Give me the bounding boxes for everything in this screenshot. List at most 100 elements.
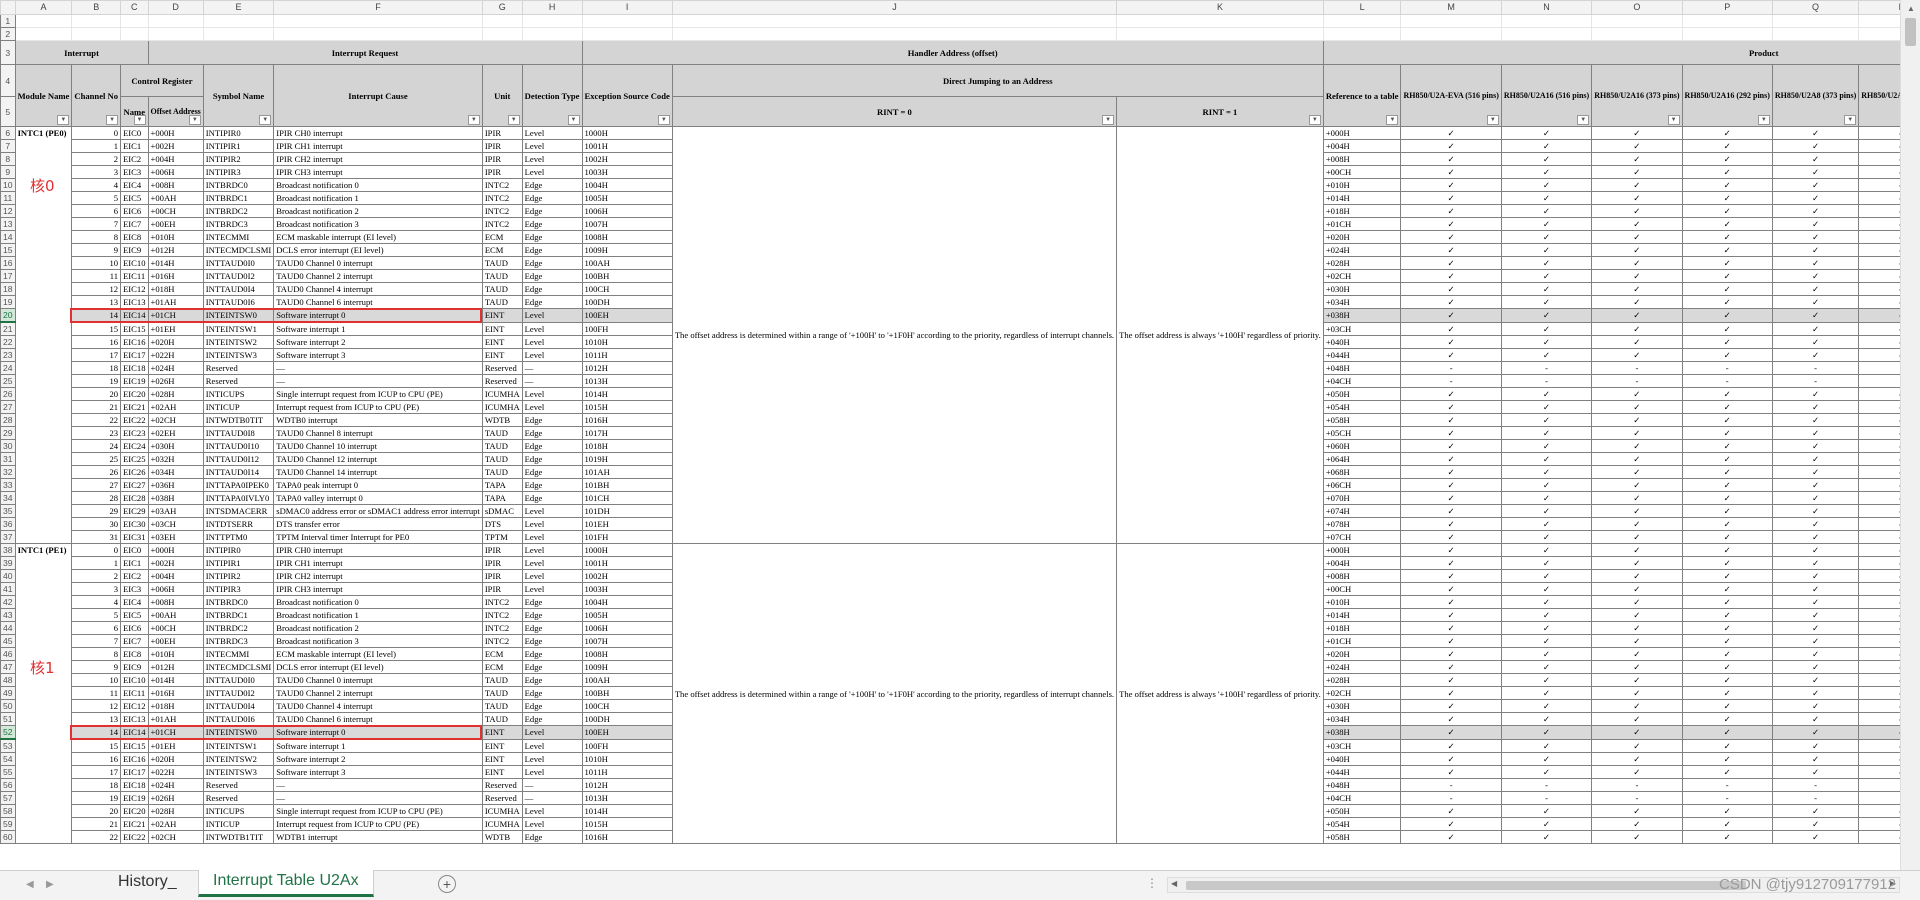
detection-type[interactable]: — <box>521 778 583 792</box>
unit[interactable]: EINT <box>481 725 523 740</box>
filter-dropdown-icon[interactable]: ▼ <box>188 115 201 125</box>
register-name[interactable]: EIC13 <box>120 295 149 309</box>
table-reference[interactable]: +034H <box>1322 295 1402 309</box>
product-support[interactable]: ✓ <box>1681 387 1773 401</box>
product-support[interactable]: ✓ <box>1681 543 1773 557</box>
exception-code[interactable]: 1003H <box>581 582 673 596</box>
interrupt-cause[interactable]: IPIR CH1 interrupt <box>273 556 483 570</box>
filter-dropdown-icon[interactable]: ▼ <box>567 115 580 125</box>
offset-address[interactable]: +036H <box>147 478 204 492</box>
channel-no[interactable]: 23 <box>71 426 122 440</box>
detection-type[interactable]: Level <box>521 556 583 570</box>
register-name[interactable]: EIC1 <box>120 556 149 570</box>
product-support[interactable]: ✓ <box>1500 439 1593 453</box>
table-reference[interactable]: +040H <box>1322 335 1402 349</box>
product-support[interactable]: ✓ <box>1771 830 1860 844</box>
product-support[interactable]: ✓ <box>1500 452 1593 466</box>
product-support[interactable]: ✓ <box>1858 634 1900 648</box>
exception-code[interactable]: 1006H <box>581 204 673 218</box>
row-number[interactable]: 51 <box>0 712 16 726</box>
unit[interactable]: ICUMHA <box>481 400 523 414</box>
unit[interactable]: IPIR <box>481 543 523 557</box>
product-support[interactable]: ✓ <box>1681 230 1773 244</box>
product-support[interactable]: ✓ <box>1591 217 1683 231</box>
unit[interactable]: Reserved <box>481 791 523 805</box>
next-sheet-icon[interactable]: ▶ <box>46 879 54 890</box>
interrupt-cause[interactable]: TAUD0 Channel 10 interrupt <box>273 439 483 453</box>
row-number[interactable]: 17 <box>0 269 16 283</box>
exception-code[interactable]: 1002H <box>581 152 673 166</box>
empty-cell[interactable] <box>1591 14 1683 28</box>
empty-cell[interactable] <box>1400 27 1502 41</box>
exception-code[interactable]: 101CH <box>581 491 673 505</box>
symbol-name[interactable]: INTBRDC0 <box>202 178 275 192</box>
product-support[interactable]: ✓ <box>1771 256 1860 270</box>
empty-cell[interactable] <box>521 27 583 41</box>
product-support[interactable]: ✓ <box>1681 269 1773 283</box>
offset-address[interactable]: +03EH <box>147 530 204 544</box>
symbol-name[interactable]: Reserved <box>202 361 275 375</box>
register-name[interactable]: EIC5 <box>120 608 149 622</box>
row-number[interactable]: 45 <box>0 634 16 648</box>
empty-cell[interactable] <box>581 27 673 41</box>
product-support[interactable]: ✓ <box>1858 452 1900 466</box>
detection-type[interactable]: Level <box>521 725 583 740</box>
symbol-name[interactable]: INTIPIR2 <box>202 152 275 166</box>
product-support[interactable]: ✓ <box>1500 582 1593 596</box>
row-number[interactable]: 13 <box>0 217 16 231</box>
exception-code[interactable]: 1008H <box>581 230 673 244</box>
more-options-icon[interactable]: ⋮ <box>1146 876 1158 890</box>
product-support[interactable]: - <box>1771 791 1860 805</box>
product-support[interactable]: ✓ <box>1591 738 1683 753</box>
exception-code[interactable]: 100DH <box>581 295 673 309</box>
header-interrupt-cause[interactable]: Interrupt Cause ▼ <box>273 64 483 127</box>
interrupt-cause[interactable]: Broadcast notification 2 <box>273 204 483 218</box>
table-reference[interactable]: +00CH <box>1322 582 1402 596</box>
detection-type[interactable]: Edge <box>521 465 583 479</box>
register-name[interactable]: EIC8 <box>120 647 149 661</box>
row-number[interactable]: 58 <box>0 804 16 818</box>
channel-no[interactable]: 4 <box>71 178 122 192</box>
exception-code[interactable]: 1019H <box>581 452 673 466</box>
row-number[interactable]: 23 <box>0 348 16 362</box>
header-symbol-name[interactable]: Symbol Name ▼ <box>202 64 275 127</box>
offset-address[interactable]: +004H <box>147 152 204 166</box>
product-support[interactable]: ✓ <box>1591 673 1683 687</box>
product-support[interactable]: ✓ <box>1681 830 1773 844</box>
offset-address[interactable]: +000H <box>147 543 204 557</box>
unit[interactable]: EINT <box>481 308 523 323</box>
interrupt-cause[interactable]: sDMAC0 address error or sDMAC1 address e… <box>273 504 483 518</box>
register-name[interactable]: EIC24 <box>120 439 149 453</box>
exception-code[interactable]: 1007H <box>581 634 673 648</box>
product-support[interactable]: ✓ <box>1858 830 1900 844</box>
product-support[interactable]: ✓ <box>1500 543 1593 557</box>
detection-type[interactable]: Level <box>521 543 583 557</box>
offset-address[interactable]: +02AH <box>147 400 204 414</box>
product-support[interactable]: ✓ <box>1591 530 1683 544</box>
offset-address[interactable]: +018H <box>147 282 204 296</box>
product-support[interactable]: ✓ <box>1591 269 1683 283</box>
exception-code[interactable]: 1013H <box>581 791 673 805</box>
product-support[interactable]: ✓ <box>1681 712 1773 726</box>
detection-type[interactable]: Level <box>521 165 583 179</box>
symbol-name[interactable]: Reserved <box>202 778 275 792</box>
detection-type[interactable]: Edge <box>521 660 583 674</box>
register-name[interactable]: EIC17 <box>120 765 149 779</box>
exception-code[interactable]: 1015H <box>581 400 673 414</box>
unit[interactable]: EINT <box>481 765 523 779</box>
table-reference[interactable]: +03CH <box>1322 738 1402 753</box>
product-support[interactable]: ✓ <box>1681 243 1773 257</box>
empty-cell[interactable] <box>1116 14 1324 28</box>
register-name[interactable]: EIC6 <box>120 204 149 218</box>
offset-address[interactable]: +010H <box>147 230 204 244</box>
unit[interactable]: ICUMHA <box>481 804 523 818</box>
product-support[interactable]: ✓ <box>1400 308 1502 323</box>
detection-type[interactable]: Edge <box>521 830 583 844</box>
interrupt-cause[interactable]: — <box>273 778 483 792</box>
row-number[interactable]: 26 <box>0 387 16 401</box>
product-support[interactable]: ✓ <box>1858 817 1900 831</box>
symbol-name[interactable]: INTWDTB1TIT <box>202 830 275 844</box>
product-support[interactable]: ✓ <box>1681 348 1773 362</box>
detection-type[interactable]: — <box>521 374 583 388</box>
interrupt-cause[interactable]: IPIR CH3 interrupt <box>273 165 483 179</box>
